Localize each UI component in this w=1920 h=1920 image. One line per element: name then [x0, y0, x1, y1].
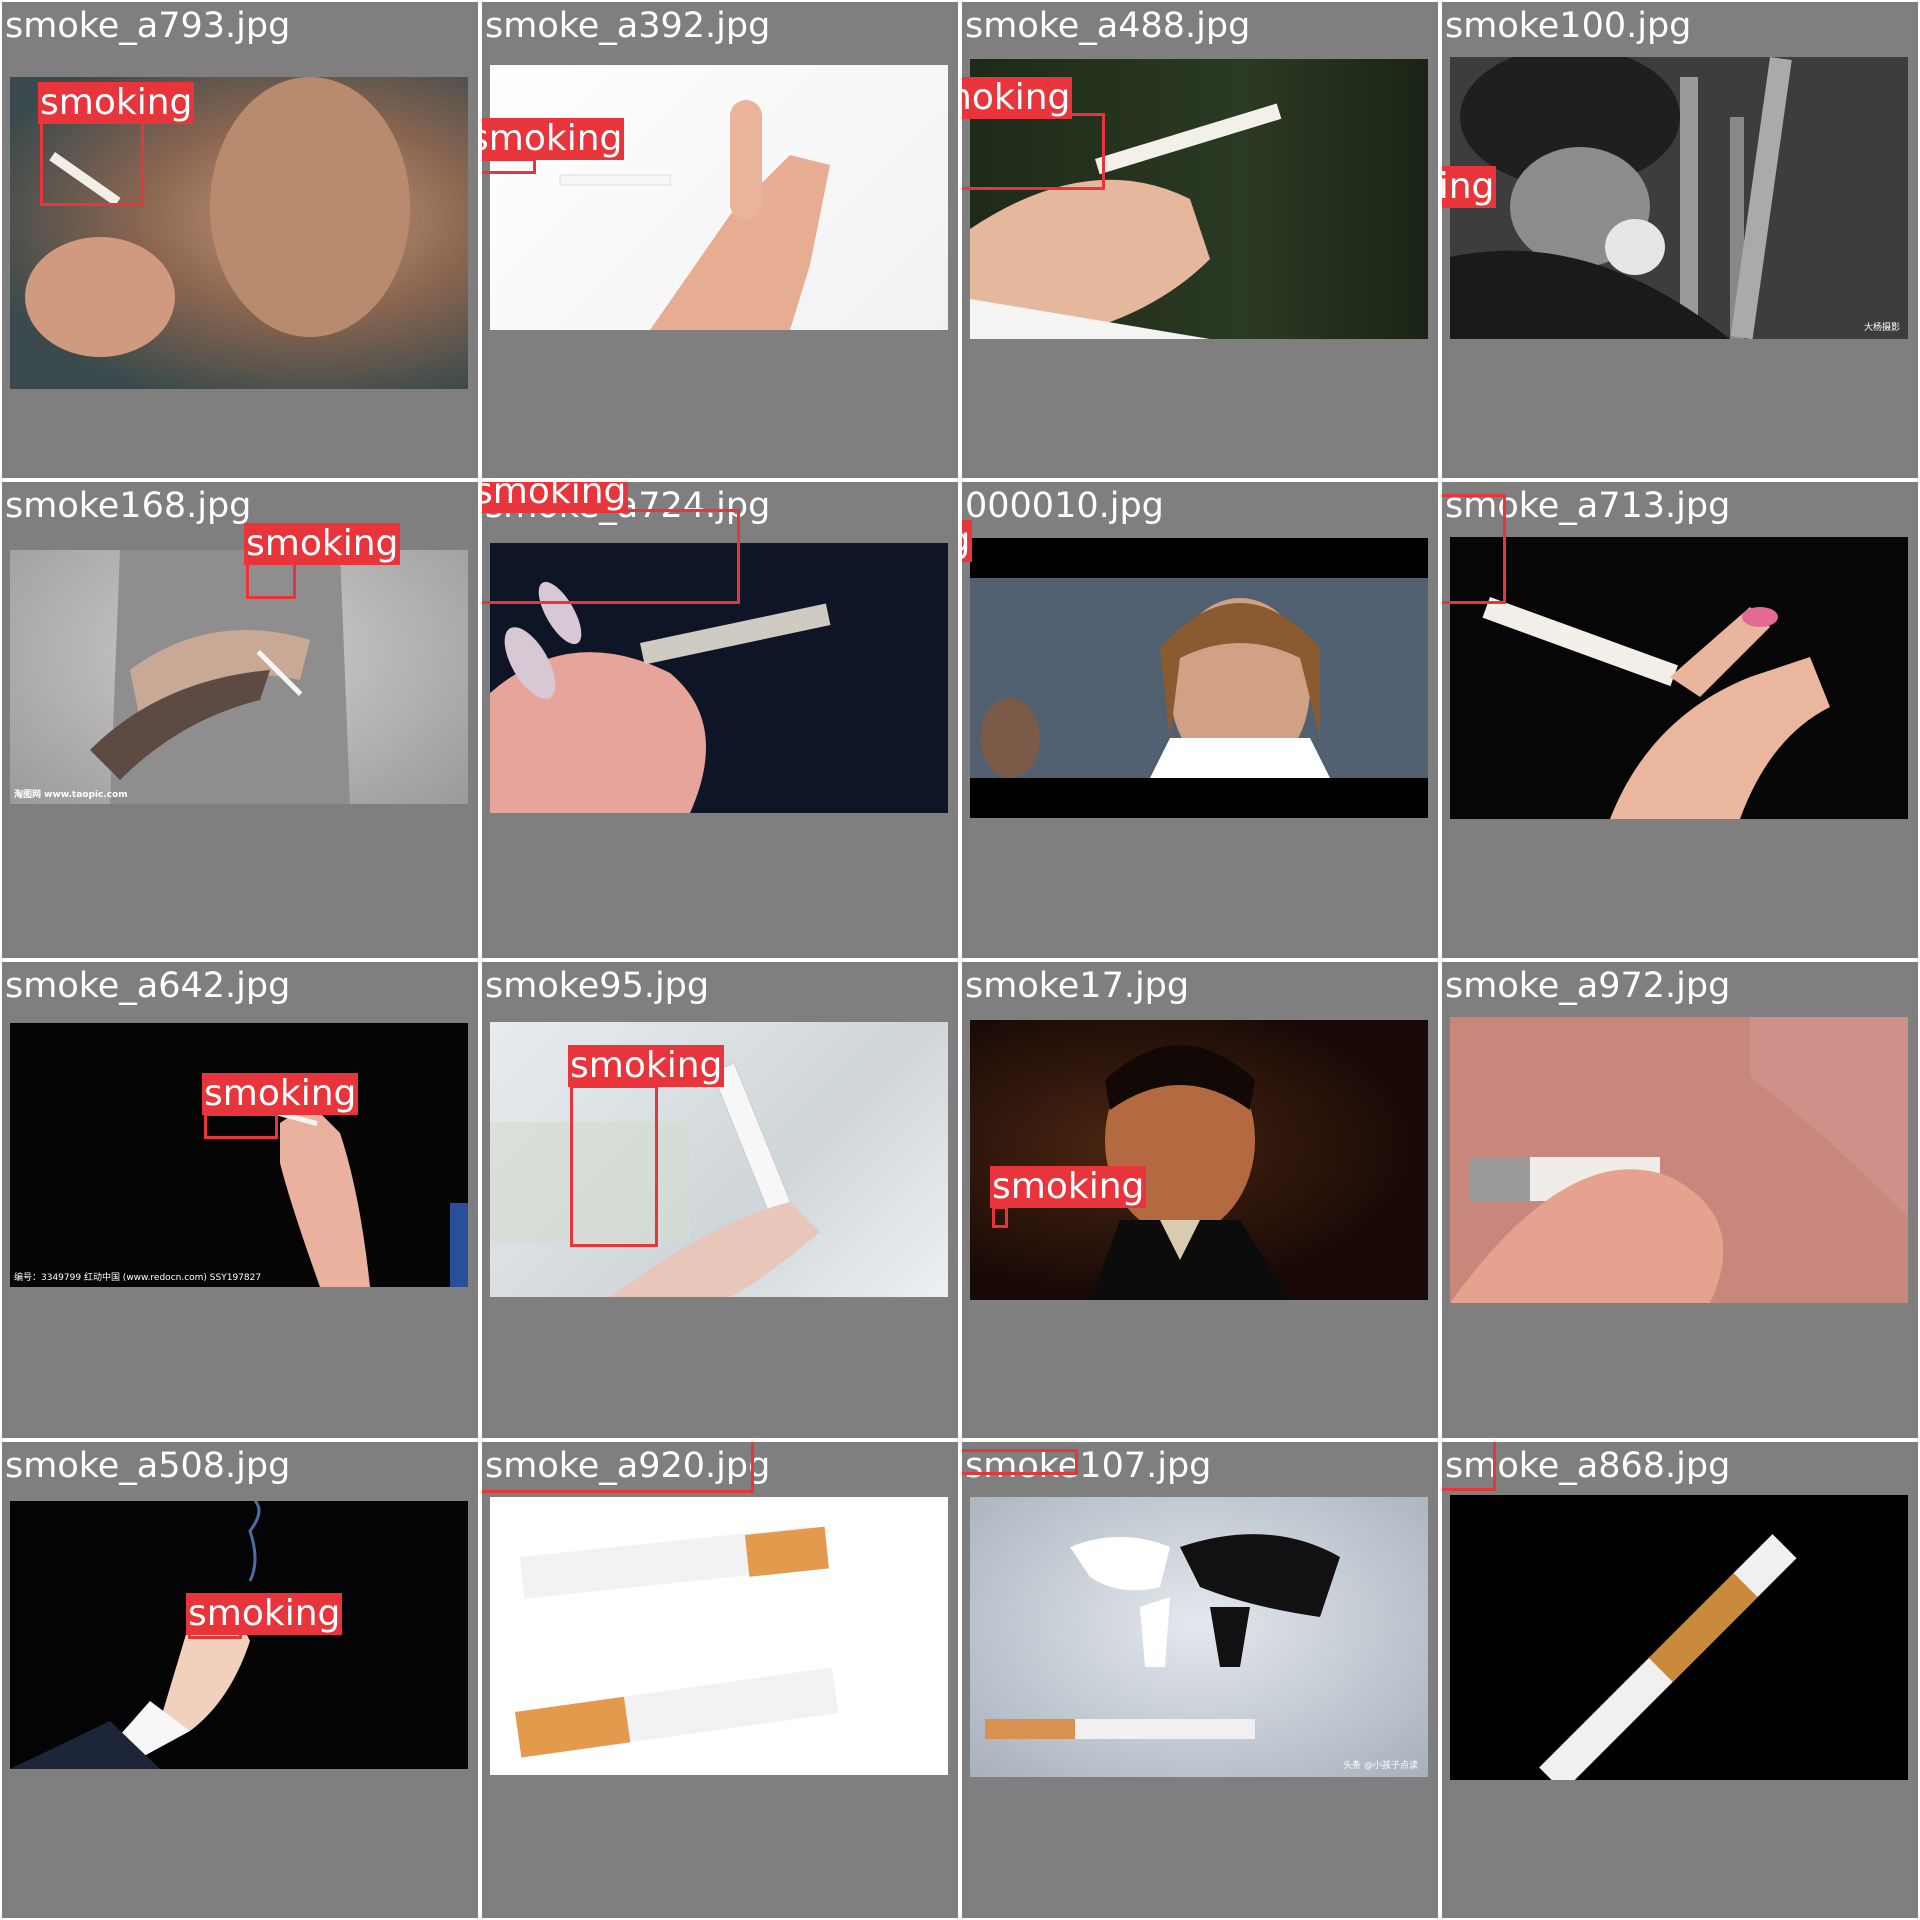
photo-content — [1450, 57, 1792, 339]
photo: 大杨摄影 — [1450, 57, 1908, 339]
photo-content — [1539, 1534, 1797, 1780]
detection-box — [482, 1442, 754, 1493]
photo-content — [1450, 1017, 1908, 1303]
detection-box — [1442, 1442, 1496, 1491]
detection-label: smoking — [186, 1593, 343, 1635]
tile-smoke107: smoke107.jpg 头条 @小孩子点读 smoking — [960, 1440, 1440, 1920]
detection-label: smoking — [482, 118, 625, 160]
watermark: 编号：3349799 红动中国 (www.redocn.com) SSY1978… — [14, 1273, 262, 1283]
photo-content — [559, 100, 830, 330]
detection-label: smoking — [990, 1166, 1147, 1208]
photo: 编号：3349799 红动中国 (www.redocn.com) SSY1978… — [10, 1023, 468, 1287]
filename-label: smoke_a793.jpg — [5, 6, 291, 46]
watermark: 大杨摄影 — [1863, 323, 1900, 333]
photo: 淘图网 www.taopic.com — [10, 550, 468, 804]
photo-content — [248, 1103, 468, 1287]
detection-label: smoking — [244, 523, 401, 565]
tile-000010: 000010.jpg smoking — [960, 480, 1440, 960]
detection-label: smoking — [1442, 166, 1497, 208]
tile-smoke-a713: smoke_a713.jpg smoking — [1440, 480, 1920, 960]
photo — [490, 65, 948, 330]
detection-label: smoking — [568, 1045, 725, 1087]
tile-smoke168: smoke168.jpg 淘图网 www.taopic.com smoking — [0, 480, 480, 960]
photo — [1450, 1017, 1908, 1303]
photo — [1450, 537, 1908, 819]
filename-label: 000010.jpg — [965, 486, 1164, 526]
photo — [970, 1020, 1428, 1300]
detection-box — [482, 509, 740, 604]
tile-smoke-a392: smoke_a392.jpg smoking — [480, 0, 960, 480]
filename-label: smoke_a508.jpg — [5, 1446, 291, 1486]
filename-label: smoke_a488.jpg — [965, 6, 1251, 46]
tile-smoke-a508: smoke_a508.jpg smoking — [0, 1440, 480, 1920]
filename-label: smoke100.jpg — [1445, 6, 1692, 46]
tile-smoke-a868: smoke_a868.jpg smoking — [1440, 1440, 1920, 1920]
watermark: 淘图网 www.taopic.com — [14, 790, 128, 800]
photo-content — [1090, 1045, 1290, 1300]
photo-content — [515, 1526, 839, 1758]
photo — [1450, 1495, 1908, 1780]
detection-box — [992, 1206, 1008, 1228]
photo-content — [1482, 597, 1830, 819]
tile-smoke100: smoke100.jpg 大杨摄影 smoking — [1440, 0, 1920, 480]
detection-box — [204, 1113, 278, 1139]
detection-label: smoking — [38, 82, 195, 124]
filename-label: smoke17.jpg — [965, 966, 1190, 1006]
photo-content — [970, 578, 1428, 778]
photo — [490, 1497, 948, 1775]
detection-box — [246, 561, 296, 599]
detection-box — [570, 1085, 658, 1247]
photo-content — [90, 550, 350, 804]
detection-box — [482, 158, 536, 174]
photo — [970, 538, 1428, 818]
tile-smoke-a488: smoke_a488.jpg smoking — [960, 0, 1440, 480]
photo-content — [985, 1534, 1340, 1739]
detection-box — [1442, 494, 1506, 604]
tile-smoke-a793: smoke_a793.jpg smoking — [0, 0, 480, 480]
detection-label: smoking — [482, 482, 629, 513]
tile-smoke-a972: smoke_a972.jpg smoking — [1440, 960, 1920, 1440]
filename-label: smoke_a392.jpg — [485, 6, 771, 46]
watermark: 头条 @小孩子点读 — [1343, 1761, 1418, 1771]
filename-label: smoke_a642.jpg — [5, 966, 291, 1006]
detection-box — [962, 113, 1105, 190]
detection-label: smoking — [202, 1073, 359, 1115]
detection-box — [40, 117, 144, 206]
filename-label: smoke168.jpg — [5, 486, 252, 526]
detection-label: smoking — [962, 520, 973, 562]
filename-label: smoke95.jpg — [485, 966, 710, 1006]
tile-smoke17: smoke17.jpg smoking — [960, 960, 1440, 1440]
tile-smoke-a920: smoke_a920.jpg smoking smoking — [480, 1440, 960, 1920]
detection-label: smoking — [962, 77, 1073, 119]
detection-box — [962, 1449, 1078, 1475]
detection-grid: smoke_a793.jpg smoking smoke_a392.jpg sm… — [0, 0, 1920, 1920]
filename-label: smoke_a972.jpg — [1445, 966, 1731, 1006]
photo: 头条 @小孩子点读 — [970, 1497, 1428, 1777]
tile-smoke-a724: smoke_a724.jpg smoking — [480, 480, 960, 960]
tile-smoke95: smoke95.jpg smoking — [480, 960, 960, 1440]
tile-smoke-a642: smoke_a642.jpg 编号：3349799 红动中国 (www.redo… — [0, 960, 480, 1440]
